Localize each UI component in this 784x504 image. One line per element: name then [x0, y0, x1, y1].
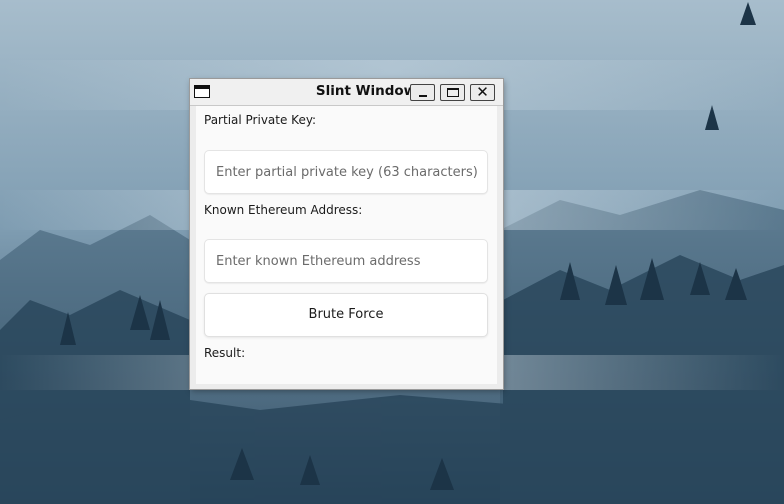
- brute-force-button[interactable]: Brute Force: [204, 293, 488, 337]
- minimize-icon: [419, 95, 427, 97]
- close-button[interactable]: ✕: [470, 83, 495, 101]
- close-icon: ✕: [476, 83, 489, 101]
- maximize-button[interactable]: [440, 84, 465, 101]
- address-label: Known Ethereum Address:: [204, 203, 363, 217]
- maximize-icon: [447, 88, 459, 97]
- window-titlebar[interactable]: Slint Window ✕: [190, 79, 503, 106]
- desktop: Slint Window ✕ Partial Private Key: Know…: [0, 0, 784, 504]
- window-menu-icon[interactable]: [194, 85, 210, 98]
- address-field-container: [204, 239, 488, 283]
- result-label: Result:: [204, 346, 246, 360]
- minimize-button[interactable]: [410, 84, 435, 101]
- window-content: Partial Private Key: Known Ethereum Addr…: [196, 106, 497, 384]
- address-input[interactable]: [216, 240, 484, 282]
- private-key-label: Partial Private Key:: [204, 113, 317, 127]
- private-key-input[interactable]: [216, 151, 484, 193]
- private-key-field-container: [204, 150, 488, 194]
- app-window: Slint Window ✕ Partial Private Key: Know…: [190, 79, 503, 389]
